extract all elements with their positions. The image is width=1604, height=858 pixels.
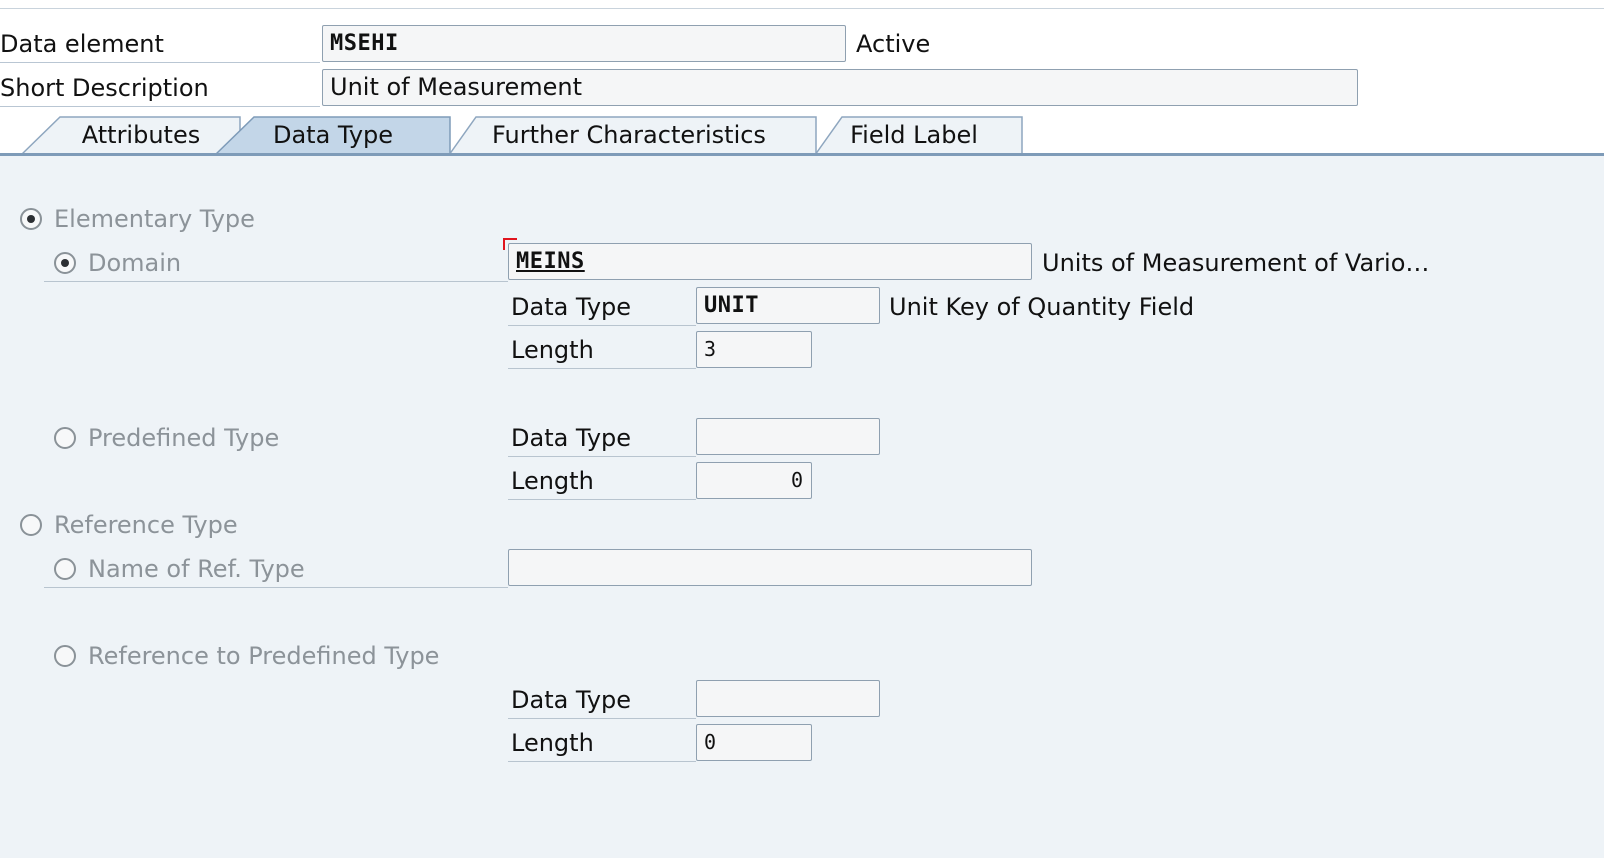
name-of-ref-type-field[interactable] <box>508 549 1032 586</box>
domain-length-label: Length <box>511 336 594 364</box>
top-divider <box>0 8 1604 9</box>
status-text: Active <box>856 30 931 58</box>
domain-radio[interactable] <box>54 252 76 274</box>
radio-selected-dot <box>61 259 69 267</box>
row-separator <box>44 587 508 588</box>
row-separator <box>508 718 696 719</box>
short-description-field[interactable]: Unit of Measurement <box>322 69 1358 106</box>
row-separator <box>508 368 696 369</box>
reference-type-radio[interactable] <box>20 514 42 536</box>
predefined-type-label: Predefined Type <box>88 424 280 452</box>
tab-further-characteristics[interactable]: Further Characteristics <box>470 116 788 154</box>
domain-data-type-field: UNIT <box>696 287 880 324</box>
ref-predefined-data-type-field[interactable] <box>696 680 880 717</box>
name-of-ref-type-radio[interactable] <box>54 558 76 580</box>
header-separator <box>0 106 320 107</box>
predefined-data-type-label: Data Type <box>511 424 632 452</box>
header-separator <box>0 62 320 63</box>
ref-predefined-length-field[interactable]: 0 <box>696 724 812 761</box>
row-separator <box>508 499 696 500</box>
data-element-label: Data element <box>0 30 164 58</box>
ref-predefined-length-label: Length <box>511 729 594 757</box>
data-element-field[interactable]: MSEHI <box>322 25 846 62</box>
name-of-ref-type-label: Name of Ref. Type <box>88 555 305 583</box>
predefined-data-type-field[interactable] <box>696 418 880 455</box>
short-description-label: Short Description <box>0 74 209 102</box>
domain-description: Units of Measurement of Vario… <box>1042 249 1430 277</box>
domain-data-type-description: Unit Key of Quantity Field <box>889 293 1195 321</box>
row-separator <box>508 325 696 326</box>
reference-to-predefined-type-label: Reference to Predefined Type <box>88 642 440 670</box>
elementary-type-label: Elementary Type <box>54 205 255 233</box>
radio-selected-dot <box>27 215 35 223</box>
domain-length-field: 3 <box>696 331 812 368</box>
tab-attributes[interactable]: Attributes <box>62 116 220 154</box>
domain-data-type-label: Data Type <box>511 293 632 321</box>
predefined-length-field[interactable]: 0 <box>696 462 812 499</box>
row-separator <box>508 761 696 762</box>
row-separator <box>508 456 696 457</box>
reference-type-label: Reference Type <box>54 511 238 539</box>
domain-label: Domain <box>88 249 182 277</box>
elementary-type-radio[interactable] <box>20 208 42 230</box>
row-separator <box>44 281 508 282</box>
tab-data-type[interactable]: Data Type <box>250 116 416 154</box>
domain-field[interactable]: MEINS <box>508 243 1032 280</box>
tab-field-label[interactable]: Field Label <box>836 116 992 154</box>
predefined-type-radio[interactable] <box>54 427 76 449</box>
ref-predefined-data-type-label: Data Type <box>511 686 632 714</box>
reference-to-predefined-type-radio[interactable] <box>54 645 76 667</box>
predefined-length-label: Length <box>511 467 594 495</box>
